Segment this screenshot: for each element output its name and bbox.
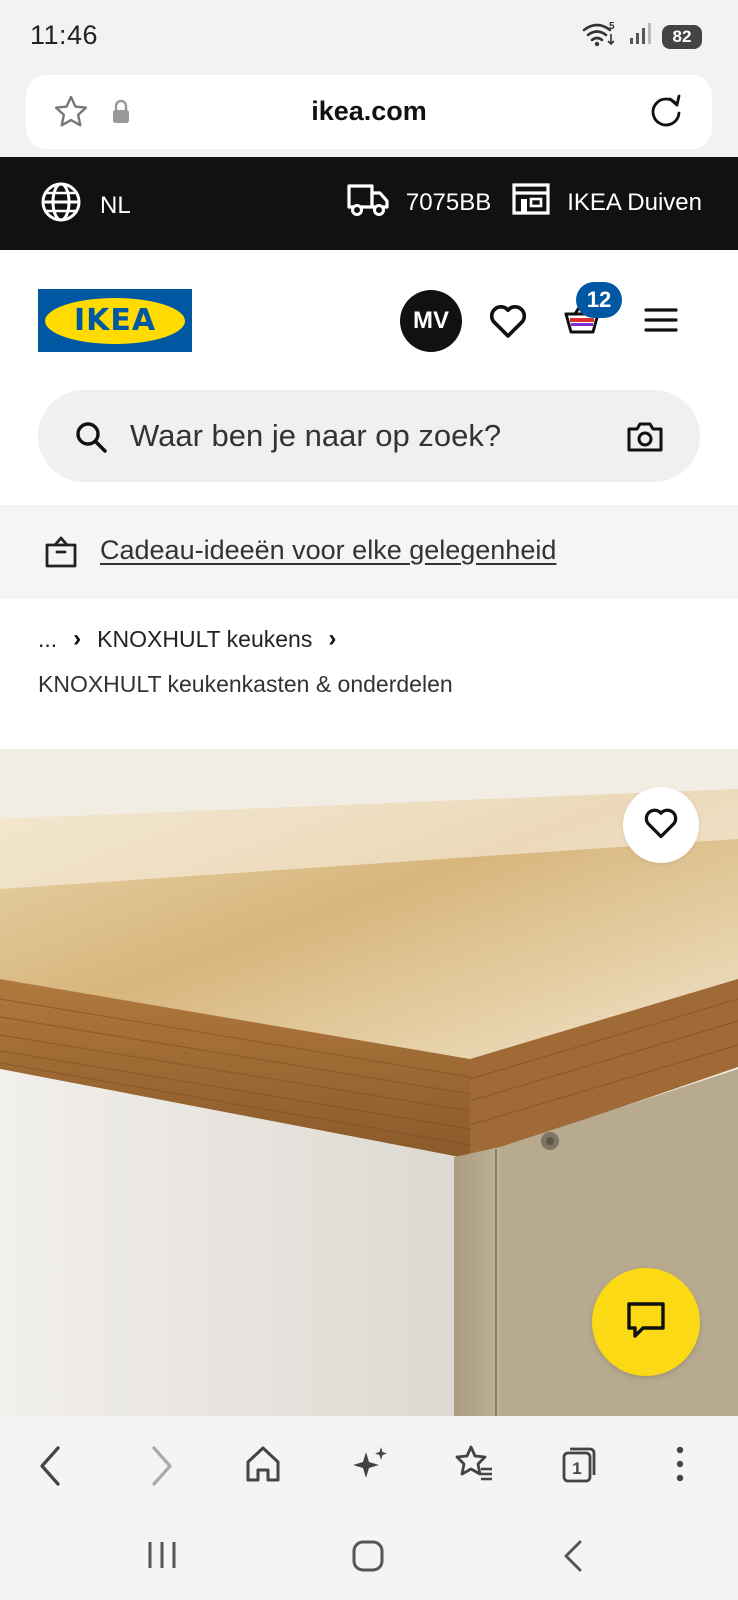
more-icon[interactable] bbox=[672, 1444, 688, 1489]
store-label: IKEA Duiven bbox=[567, 188, 702, 216]
tab-count: 1 bbox=[572, 1459, 581, 1478]
menu-icon[interactable] bbox=[644, 306, 678, 339]
wifi-band-label: 5 bbox=[609, 21, 615, 32]
recents-icon[interactable] bbox=[144, 1538, 180, 1577]
store-icon bbox=[511, 182, 551, 223]
postcode-label: 7075BB bbox=[405, 188, 492, 216]
ikea-logo[interactable]: IKEA bbox=[38, 289, 192, 352]
sparkle-icon[interactable] bbox=[350, 1444, 390, 1489]
language-selector[interactable]: NL bbox=[40, 181, 131, 230]
breadcrumb: ... › KNOXHULT keukens › KNOXHULT keuken… bbox=[0, 599, 738, 749]
language-label: NL bbox=[100, 191, 131, 219]
chat-button[interactable] bbox=[592, 1268, 700, 1376]
heart-icon[interactable] bbox=[488, 302, 528, 345]
camera-icon[interactable] bbox=[626, 420, 664, 459]
back-icon[interactable] bbox=[36, 1444, 66, 1493]
product-image[interactable] bbox=[0, 749, 738, 1416]
breadcrumb-ellipsis[interactable]: ... bbox=[38, 626, 57, 653]
status-icons: 5 82 bbox=[582, 20, 702, 53]
browser-toolbar: 1 bbox=[0, 1416, 738, 1516]
status-time: 11:46 bbox=[30, 20, 99, 50]
site-header: IKEA MV 12 bbox=[0, 250, 738, 505]
search-bar[interactable] bbox=[38, 390, 700, 482]
chevron-right-icon: › bbox=[73, 625, 82, 652]
gift-box-icon bbox=[44, 535, 78, 574]
home-button-icon[interactable] bbox=[350, 1538, 386, 1579]
add-to-favorites-button[interactable] bbox=[623, 787, 699, 863]
system-navigation bbox=[0, 1516, 738, 1600]
search-icon bbox=[74, 420, 108, 459]
bookmarks-icon[interactable] bbox=[454, 1444, 494, 1489]
address-bar[interactable]: ikea.com bbox=[26, 75, 712, 149]
breadcrumb-current[interactable]: KNOXHULT keukenkasten & onderdelen bbox=[38, 671, 453, 698]
system-back-icon[interactable] bbox=[560, 1538, 586, 1579]
postcode-selector[interactable]: 7075BB bbox=[346, 181, 491, 224]
chat-icon bbox=[625, 1300, 667, 1345]
status-bar: 11:46 5 82 bbox=[0, 0, 738, 72]
breadcrumb-parent-link[interactable]: KNOXHULT keukens bbox=[97, 626, 312, 653]
reload-icon[interactable] bbox=[646, 91, 686, 136]
avatar[interactable]: MV bbox=[400, 290, 462, 352]
promo-banner[interactable]: Cadeau-ideeën voor elke gelegenheid bbox=[0, 507, 738, 599]
top-strip: NL 7075BB IKEA Duiven bbox=[0, 157, 738, 250]
gift-ideas-link[interactable]: Cadeau-ideeën voor elke gelegenheid bbox=[100, 535, 556, 566]
battery-indicator: 82 bbox=[662, 24, 702, 49]
logo-text: IKEA bbox=[73, 303, 157, 338]
globe-icon bbox=[40, 181, 82, 230]
search-input[interactable] bbox=[130, 410, 600, 462]
signal-icon bbox=[628, 22, 652, 51]
cart-count-badge: 12 bbox=[576, 282, 622, 318]
forward-icon[interactable] bbox=[146, 1444, 176, 1493]
url-text[interactable]: ikea.com bbox=[26, 96, 712, 127]
truck-icon bbox=[346, 181, 390, 224]
heart-icon bbox=[643, 806, 679, 845]
chevron-right-icon: › bbox=[328, 625, 337, 652]
home-icon[interactable] bbox=[244, 1444, 282, 1489]
store-selector[interactable]: IKEA Duiven bbox=[511, 182, 702, 223]
tabs-icon[interactable]: 1 bbox=[560, 1444, 598, 1489]
wifi-icon: 5 bbox=[582, 20, 618, 53]
